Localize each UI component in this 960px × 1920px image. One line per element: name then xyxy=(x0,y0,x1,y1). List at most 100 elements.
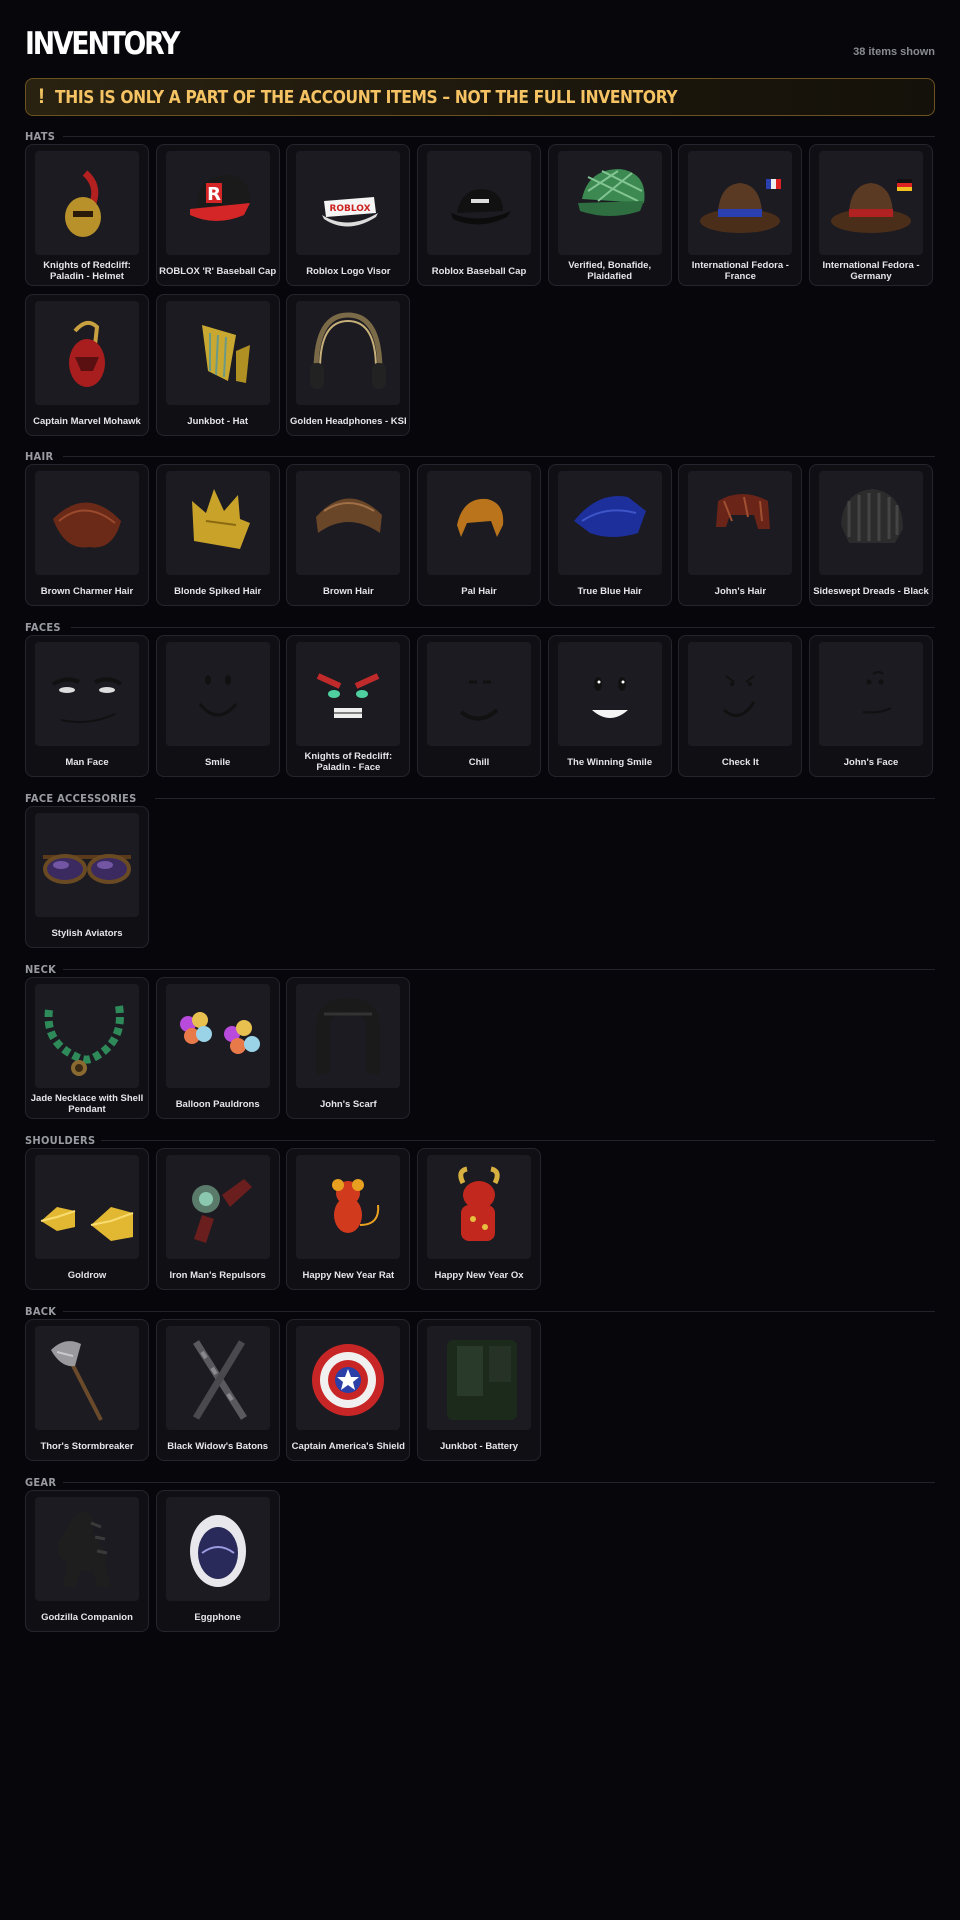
item-card[interactable]: John's Face xyxy=(809,635,934,777)
section-divider xyxy=(63,136,935,137)
section-divider xyxy=(63,1482,935,1483)
item-name: Junkbot - Battery xyxy=(439,1440,519,1452)
item-card[interactable]: International Fedora - France xyxy=(678,144,803,286)
section-header: BACK xyxy=(25,1305,935,1319)
section-title: NECK xyxy=(25,963,57,976)
item-card[interactable]: Black Widow's Batons xyxy=(155,1319,280,1461)
section-header: FACES xyxy=(25,621,935,635)
item-card[interactable]: Jade Necklace with Shell Pendant xyxy=(25,977,149,1119)
item-card[interactable]: Sideswept Dreads - Black xyxy=(809,464,934,606)
item-card[interactable]: ROBLOX Roblox Logo Visor xyxy=(286,144,411,286)
svg-text:R: R xyxy=(207,184,221,205)
inventory-page: INVENTORY 38 items shown ! THIS IS ONLY … xyxy=(25,0,935,1632)
ox-icon xyxy=(427,1155,531,1259)
item-card[interactable]: Iron Man's Repulsors xyxy=(155,1148,280,1290)
item-card[interactable]: Verified, Bonafide, Plaidafied xyxy=(547,144,672,286)
sunglasses-icon xyxy=(35,813,139,917)
item-name: Balloon Pauldrons xyxy=(175,1098,260,1110)
fedora-france-icon xyxy=(688,151,793,255)
item-card[interactable]: Godzilla Companion xyxy=(25,1490,149,1632)
godzilla-icon xyxy=(35,1497,139,1601)
section-divider xyxy=(63,969,935,970)
hair-icon xyxy=(165,471,270,575)
balloons-icon xyxy=(165,984,270,1088)
item-card[interactable]: Junkbot - Hat xyxy=(155,294,280,436)
item-card[interactable]: Balloon Pauldrons xyxy=(155,977,280,1119)
page-title: INVENTORY xyxy=(25,26,180,62)
item-card[interactable]: Thor's Stormbreaker xyxy=(25,1319,149,1461)
section-title: FACE ACCESSORIES xyxy=(25,792,137,805)
item-card[interactable]: Blonde Spiked Hair xyxy=(155,464,280,606)
item-name: Roblox Logo Visor xyxy=(306,265,391,277)
item-name: Captain America's Shield xyxy=(291,1440,405,1452)
item-count: 38 items shown xyxy=(853,46,935,58)
section-shoulders: SHOULDERS Goldrow Iron Man's Repulsors Happ… xyxy=(25,1134,935,1290)
item-name: Junkbot - Hat xyxy=(187,415,248,427)
headphones-icon xyxy=(296,301,401,405)
item-card[interactable]: R ROBLOX 'R' Baseball Cap xyxy=(155,144,280,286)
item-name: Brown Charmer Hair xyxy=(40,585,134,597)
hair-icon xyxy=(557,471,662,575)
hair-icon xyxy=(427,471,531,575)
section-header: HAIR xyxy=(25,450,935,464)
item-card[interactable]: Chill xyxy=(417,635,541,777)
item-card[interactable]: Captain Marvel Mohawk xyxy=(25,294,149,436)
item-card[interactable]: Knights of Redcliff: Paladin - Helmet xyxy=(25,144,149,286)
hair-icon xyxy=(819,471,924,575)
item-card[interactable]: International Fedora - Germany xyxy=(809,144,934,286)
item-name: Knights of Redcliff: Paladin - Face xyxy=(304,751,393,773)
item-card[interactable]: Goldrow xyxy=(25,1148,149,1290)
item-name: Blonde Spiked Hair xyxy=(174,585,262,597)
section-hats: HATS Knights of Redcliff: Paladin - Helme… xyxy=(25,130,935,436)
header: INVENTORY 38 items shown xyxy=(25,0,935,64)
item-card[interactable]: True Blue Hair xyxy=(547,464,672,606)
warning-banner: ! THIS IS ONLY A PART OF THE ACCOUNT ITE… xyxy=(25,78,935,116)
section-divider xyxy=(63,1311,935,1312)
item-card[interactable]: Eggphone xyxy=(155,1490,280,1632)
item-name: Smile xyxy=(204,756,231,768)
section-hair: HAIR Brown Charmer Hair Blonde Spiked Hair… xyxy=(25,450,935,606)
cap-icon xyxy=(427,151,531,255)
section-title: HATS xyxy=(25,130,56,143)
face-icon xyxy=(688,642,793,746)
section-divider xyxy=(63,456,935,457)
item-card[interactable]: Happy New Year Rat xyxy=(286,1148,411,1290)
item-card[interactable]: John's Scarf xyxy=(286,977,411,1119)
warning-text: THIS IS ONLY A PART OF THE ACCOUNT ITEMS… xyxy=(55,86,678,108)
item-name: True Blue Hair xyxy=(577,585,642,597)
item-card[interactable]: Check It xyxy=(678,635,803,777)
item-name: Goldrow xyxy=(67,1269,107,1281)
item-card[interactable]: Man Face xyxy=(25,635,149,777)
section-divider xyxy=(71,627,935,628)
svg-text:ROBLOX: ROBLOX xyxy=(330,204,371,214)
item-name: International Fedora - France xyxy=(691,260,789,282)
item-card[interactable]: Brown Charmer Hair xyxy=(25,464,149,606)
item-card[interactable]: John's Hair xyxy=(678,464,803,606)
face-icon xyxy=(427,642,531,746)
item-name: International Fedora - Germany xyxy=(822,260,920,282)
face-icon xyxy=(296,642,401,746)
item-name: ROBLOX 'R' Baseball Cap xyxy=(159,265,277,277)
section-gear: GEAR Godzilla Companion Eggphone xyxy=(25,1476,935,1632)
item-card[interactable]: Pal Hair xyxy=(417,464,541,606)
warning-icon: ! xyxy=(38,85,45,108)
gold-bars-icon xyxy=(35,1155,139,1259)
item-card[interactable]: Brown Hair xyxy=(286,464,411,606)
item-card[interactable]: Captain America's Shield xyxy=(286,1319,411,1461)
item-card[interactable]: Roblox Baseball Cap xyxy=(417,144,541,286)
item-card[interactable]: Happy New Year Ox xyxy=(417,1148,541,1290)
item-card[interactable]: Knights of Redcliff: Paladin - Face xyxy=(286,635,411,777)
item-name: Verified, Bonafide, Plaidafied xyxy=(568,260,652,282)
item-name: Roblox Baseball Cap xyxy=(431,265,527,277)
item-name: Happy New Year Ox xyxy=(434,1269,524,1281)
item-name: Captain Marvel Mohawk xyxy=(33,415,141,427)
item-card[interactable]: Junkbot - Battery xyxy=(417,1319,541,1461)
visor-icon: ROBLOX xyxy=(296,151,401,255)
item-card[interactable]: Smile xyxy=(155,635,280,777)
item-card[interactable]: Golden Headphones - KSI xyxy=(286,294,411,436)
item-card[interactable]: The Winning Smile xyxy=(547,635,672,777)
hair-icon xyxy=(688,471,793,575)
item-card[interactable]: Stylish Aviators xyxy=(25,806,149,948)
item-name: Eggphone xyxy=(194,1611,241,1623)
item-name: John's Hair xyxy=(714,585,767,597)
